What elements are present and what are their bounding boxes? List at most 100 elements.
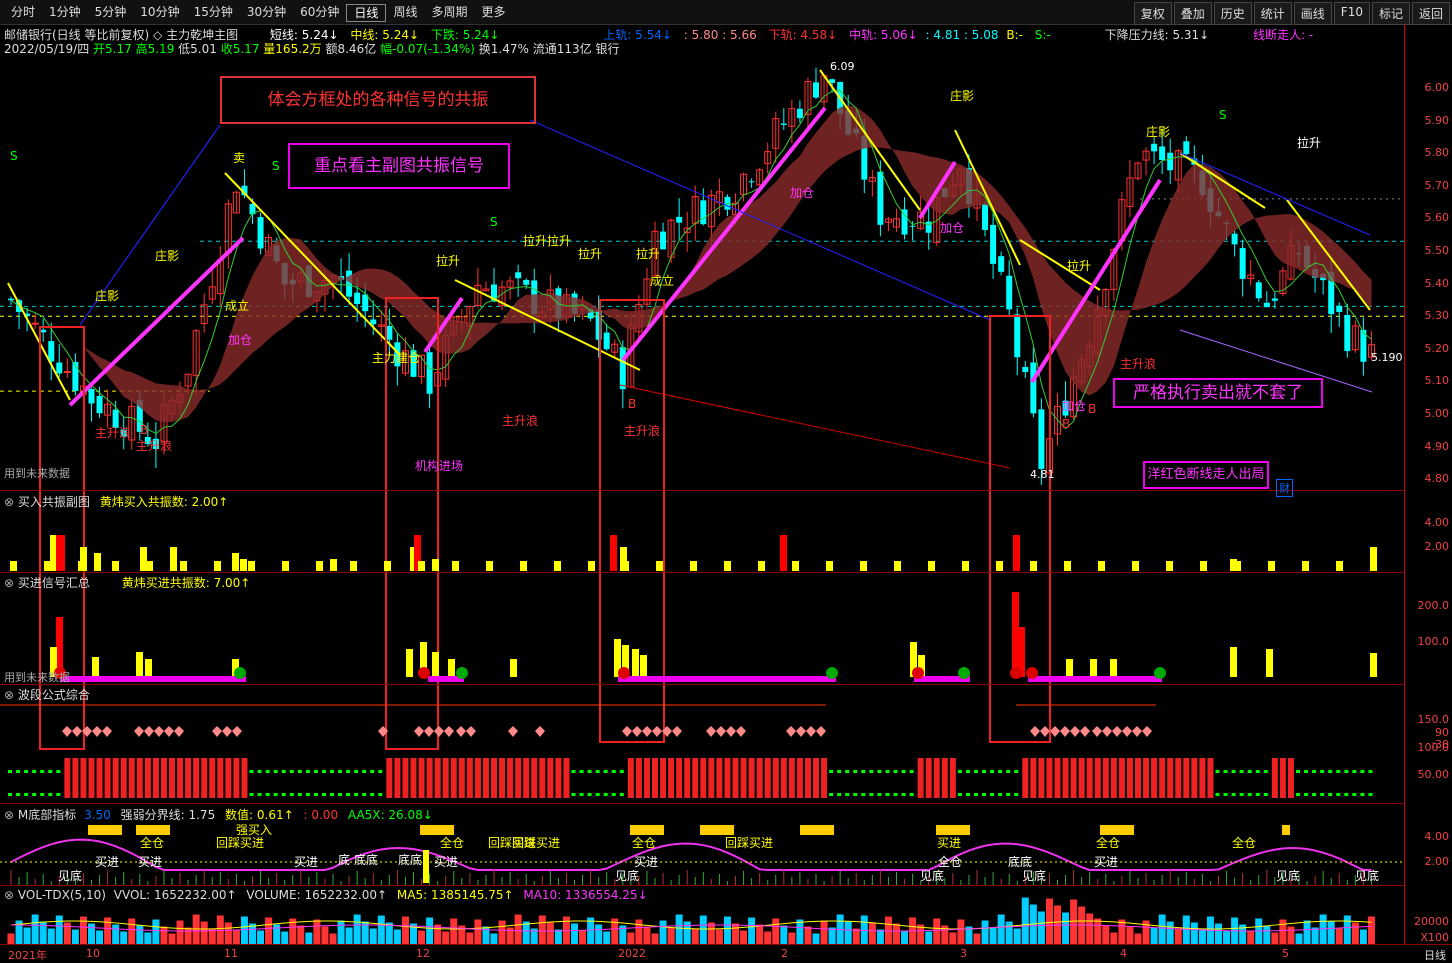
buy-badge-icon — [1026, 667, 1038, 679]
wave-dot — [885, 770, 890, 773]
signal-label: 拉升 — [436, 253, 460, 268]
hold-band — [618, 676, 836, 682]
volume-bar — [514, 914, 522, 944]
wave-dot — [1223, 770, 1228, 773]
wave-bar — [748, 758, 755, 798]
wave-dot — [16, 793, 21, 796]
resonance-bar — [10, 561, 17, 571]
resonance-bar — [418, 561, 425, 571]
hold-band — [1028, 676, 1162, 682]
signal-strip — [1282, 825, 1290, 835]
volume-bar — [707, 922, 715, 944]
price-tick-label: 5.00 — [1424, 407, 1450, 420]
wave-bar — [394, 758, 401, 798]
volume-bar — [1271, 932, 1279, 944]
signal-label: S — [272, 159, 280, 173]
candle-body — [676, 216, 683, 223]
volume-bar — [804, 926, 812, 944]
diamond-icon — [434, 726, 444, 737]
volume-bar — [1351, 922, 1359, 944]
bottom-signal-label: 买进 — [634, 855, 658, 869]
volume-bar — [249, 923, 256, 944]
wave-dot — [893, 770, 898, 773]
wave-dot — [829, 770, 834, 773]
price-axis: 6.00 5.90 5.80 5.70 5.60 5.50 5.40 5.30 5.20 5.10… — [1404, 24, 1452, 944]
signal-label: 主升浪 — [502, 413, 538, 428]
wave-bar — [627, 758, 634, 798]
volume-bar — [1311, 927, 1319, 944]
wave-dot — [587, 770, 592, 773]
resonance-bar — [554, 561, 561, 571]
wave-dot — [281, 770, 286, 773]
wave-bar — [128, 758, 135, 798]
volume-bar — [1335, 928, 1343, 944]
wave-dot — [1336, 770, 1341, 773]
resonance-bar — [588, 561, 595, 571]
panel5-title[interactable]: VOL-TDX(5,10) — [18, 888, 106, 902]
signal-bar — [632, 649, 639, 677]
signal-strip — [1100, 825, 1134, 835]
wave-bar — [652, 758, 658, 798]
panel1-header: ⊗ 买入共振副图 黄炜买入共振数: 2.00↑ — [4, 495, 229, 509]
panel3-title[interactable]: 波段公式综合 — [18, 688, 90, 702]
signal-label: 卖 — [233, 151, 245, 165]
wave-dot — [965, 793, 970, 796]
signal-label: S — [10, 149, 18, 163]
resonance-bar — [170, 547, 177, 571]
bottom-signal-label: 底底 — [1008, 854, 1032, 869]
panel2-title[interactable]: 买进信号汇总 — [18, 576, 90, 590]
wave-dot — [289, 793, 294, 796]
volume-bar — [973, 933, 981, 944]
wave-dot — [861, 770, 866, 773]
volume-bar — [257, 930, 265, 944]
resonance-bar — [622, 561, 629, 571]
signal-bar — [1066, 659, 1073, 677]
diamond-icon — [1070, 726, 1080, 737]
wave-bar — [209, 758, 216, 798]
wave-bar — [1167, 758, 1174, 798]
volume-bar — [1359, 929, 1367, 944]
panel1-title[interactable]: 买入共振副图 — [18, 495, 90, 509]
panel4-title[interactable]: M底部指标 — [18, 808, 76, 822]
resonance-bar — [350, 561, 357, 571]
wave-bar — [410, 758, 417, 798]
wave-bar — [450, 758, 457, 798]
volume-bar — [401, 916, 409, 944]
wave-dot — [313, 770, 318, 773]
volume-bar — [281, 931, 289, 944]
wave-bar — [177, 758, 184, 798]
diamond-icon — [72, 726, 82, 737]
wave-bar — [1191, 758, 1198, 798]
volume-bar — [498, 920, 506, 944]
time-tick-label: 5 — [1282, 947, 1289, 960]
wave-dot — [611, 770, 616, 773]
panel4-v5: AA5X: 26.08↓ — [347, 808, 433, 822]
wave-dot — [998, 793, 1003, 796]
bottom-signal-label: 底 — [338, 852, 350, 867]
diamond-icon — [134, 726, 144, 737]
wave-dot — [1296, 793, 1300, 796]
wave-dot — [853, 770, 858, 773]
resonance-bar — [690, 561, 697, 571]
signal-label: B — [1088, 402, 1096, 416]
toolbar-button[interactable]: 返回 — [1411, 2, 1450, 25]
candle-body — [426, 352, 433, 394]
volume-bar — [1367, 916, 1375, 944]
wave-bar — [780, 758, 787, 798]
wave-dot — [1352, 793, 1357, 796]
wave-bar — [193, 758, 200, 798]
signal-label: 加仓 — [228, 333, 252, 347]
signal-bar — [510, 659, 517, 677]
volume-bar — [240, 916, 248, 944]
panel4-v4: : 0.00 — [303, 808, 339, 822]
bottom-signal-label: 回踩买进 — [512, 836, 560, 850]
diamond-icon — [1050, 726, 1060, 737]
panel5-vvol: VVOL: 1652232.00↑ — [113, 888, 237, 902]
candle-body — [1038, 409, 1045, 469]
volume-bar — [691, 928, 699, 944]
finance-mark[interactable]: 财 — [1276, 479, 1293, 497]
wave-bar — [788, 758, 795, 798]
candle-body — [40, 329, 47, 333]
price-tick-label: 4.90 — [1424, 439, 1450, 453]
wave-dot — [378, 770, 383, 773]
